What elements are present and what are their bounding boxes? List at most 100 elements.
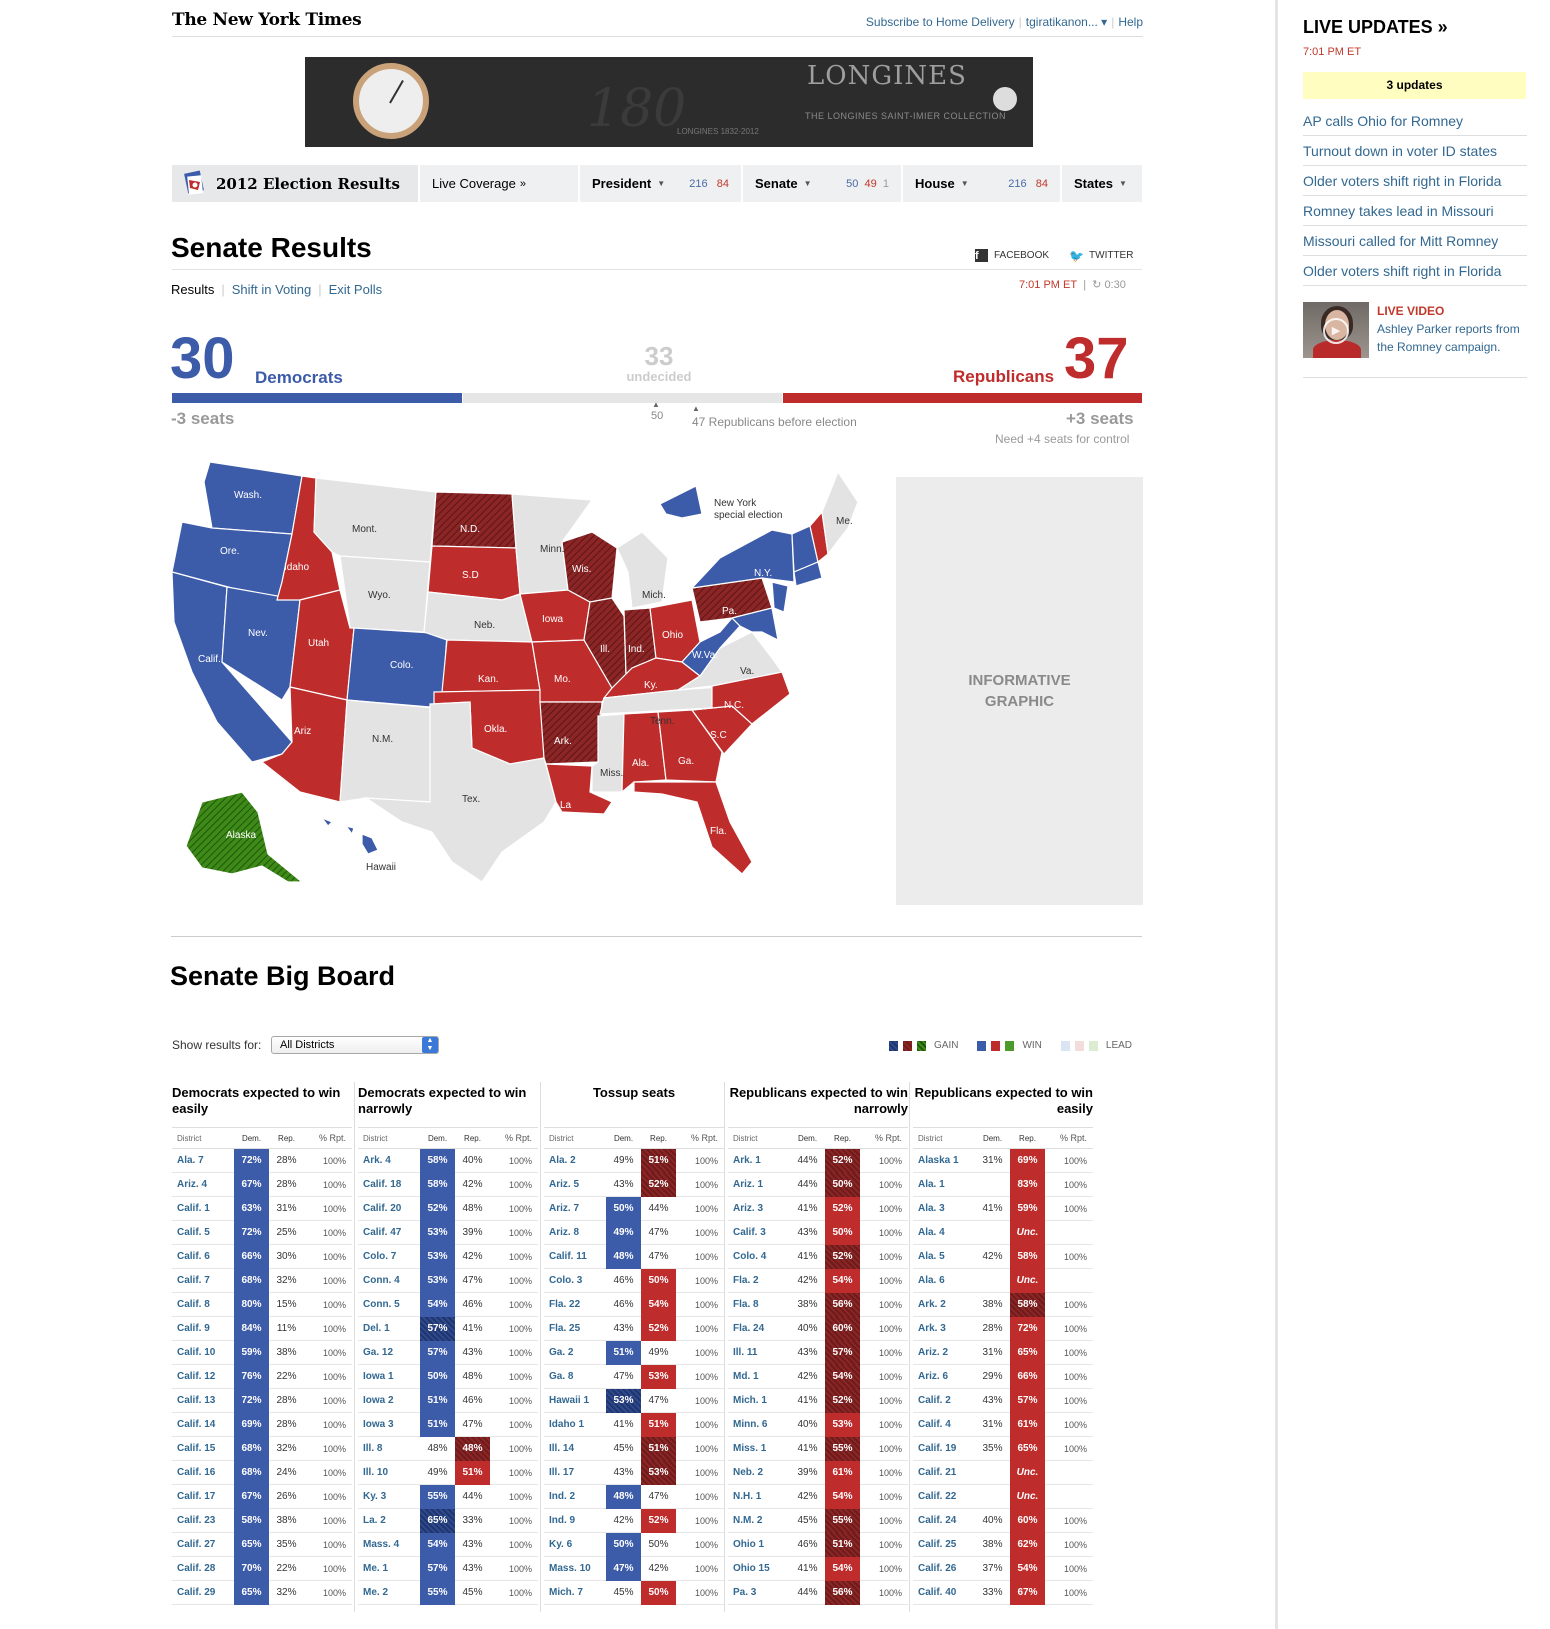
table-row[interactable]: Ariz. 8 49% 47% 100% <box>544 1220 724 1245</box>
table-row[interactable]: Mich. 1 41% 52% 100% <box>728 1388 908 1413</box>
ny-special-election[interactable] <box>659 485 703 519</box>
district-link[interactable]: Fla. 24 <box>728 1323 790 1334</box>
district-link[interactable]: Calif. 28 <box>172 1563 234 1574</box>
table-row[interactable]: Ill. 11 43% 57% 100% <box>728 1340 908 1365</box>
district-link[interactable]: Colo. 7 <box>358 1251 420 1262</box>
table-row[interactable]: Fla. 8 38% 56% 100% <box>728 1292 908 1317</box>
district-link[interactable]: Ga. 2 <box>544 1347 606 1358</box>
district-link[interactable]: Calif. 18 <box>358 1179 420 1190</box>
table-row[interactable]: Ark. 3 28% 72% 100% <box>913 1316 1093 1341</box>
table-row[interactable]: Calif. 4 31% 61% 100% <box>913 1412 1093 1437</box>
update-item[interactable]: Romney takes lead in Missouri <box>1303 196 1527 226</box>
district-link[interactable]: Calif. 29 <box>172 1587 234 1598</box>
district-link[interactable]: Calif. 10 <box>172 1347 234 1358</box>
district-link[interactable]: Calif. 15 <box>172 1443 234 1454</box>
table-row[interactable]: Calif. 9 84% 11% 100% <box>172 1316 352 1341</box>
table-row[interactable]: La. 2 65% 33% 100% <box>358 1508 538 1533</box>
district-link[interactable]: Calif. 9 <box>172 1323 234 1334</box>
district-link[interactable]: Ill. 10 <box>358 1467 420 1478</box>
district-link[interactable]: Fla. 25 <box>544 1323 606 1334</box>
district-link[interactable]: Ala. 1 <box>913 1179 975 1190</box>
table-row[interactable]: Calif. 16 68% 24% 100% <box>172 1460 352 1485</box>
table-row[interactable]: Ark. 4 58% 40% 100% <box>358 1148 538 1173</box>
table-row[interactable]: Colo. 3 46% 50% 100% <box>544 1268 724 1293</box>
table-row[interactable]: Calif. 18 58% 42% 100% <box>358 1172 538 1197</box>
table-row[interactable]: Alaska 1 31% 69% 100% <box>913 1148 1093 1173</box>
update-item[interactable]: Older voters shift right in Florida <box>1303 256 1527 286</box>
table-row[interactable]: Idaho 1 41% 51% 100% <box>544 1412 724 1437</box>
table-row[interactable]: Ariz. 4 67% 28% 100% <box>172 1172 352 1197</box>
table-row[interactable]: Me. 1 57% 43% 100% <box>358 1556 538 1581</box>
table-row[interactable]: Fla. 2 42% 54% 100% <box>728 1268 908 1293</box>
election-results-home[interactable]: 2012 Election Results <box>172 165 420 202</box>
district-link[interactable]: La. 2 <box>358 1515 420 1526</box>
table-row[interactable]: N.M. 2 45% 55% 100% <box>728 1508 908 1533</box>
table-row[interactable]: Calif. 20 52% 48% 100% <box>358 1196 538 1221</box>
district-link[interactable]: Ill. 14 <box>544 1443 606 1454</box>
state-ark[interactable] <box>539 701 603 765</box>
district-link[interactable]: Ky. 3 <box>358 1491 420 1502</box>
table-row[interactable]: Ohio 1 46% 51% 100% <box>728 1532 908 1557</box>
district-link[interactable]: Iowa 2 <box>358 1395 420 1406</box>
district-link[interactable]: Pa. 3 <box>728 1587 790 1598</box>
senate-menu[interactable]: Senate ▼ 50 49 1 <box>743 165 903 202</box>
district-link[interactable]: Me. 1 <box>358 1563 420 1574</box>
district-link[interactable]: Mich. 1 <box>728 1395 790 1406</box>
twitter-share[interactable]: 🐦 TWITTER <box>1069 249 1133 262</box>
table-row[interactable]: Mich. 7 45% 50% 100% <box>544 1580 724 1605</box>
district-link[interactable]: Md. 1 <box>728 1371 790 1382</box>
table-row[interactable]: Ariz. 2 31% 65% 100% <box>913 1340 1093 1365</box>
table-row[interactable]: Ala. 7 72% 28% 100% <box>172 1148 352 1173</box>
district-link[interactable]: Calif. 17 <box>172 1491 234 1502</box>
table-row[interactable]: Calif. 24 40% 60% 100% <box>913 1508 1093 1533</box>
table-row[interactable]: Ky. 6 50% 50% 100% <box>544 1532 724 1557</box>
table-row[interactable]: Iowa 3 51% 47% 100% <box>358 1412 538 1437</box>
district-link[interactable]: Ga. 8 <box>544 1371 606 1382</box>
district-link[interactable]: Ohio 15 <box>728 1563 790 1574</box>
district-link[interactable]: Calif. 25 <box>913 1539 975 1550</box>
table-row[interactable]: Pa. 3 44% 56% 100% <box>728 1580 908 1605</box>
district-link[interactable]: N.H. 1 <box>728 1491 790 1502</box>
table-row[interactable]: N.H. 1 42% 54% 100% <box>728 1484 908 1509</box>
table-row[interactable]: Me. 2 55% 45% 100% <box>358 1580 538 1605</box>
table-row[interactable]: Calif. 2 43% 57% 100% <box>913 1388 1093 1413</box>
district-link[interactable]: Calif. 16 <box>172 1467 234 1478</box>
district-link[interactable]: Mass. 4 <box>358 1539 420 1550</box>
table-row[interactable]: Ala. 6 Unc. <box>913 1268 1093 1293</box>
district-link[interactable]: Alaska 1 <box>913 1155 975 1166</box>
district-link[interactable]: Me. 2 <box>358 1587 420 1598</box>
table-row[interactable]: Calif. 19 35% 65% 100% <box>913 1436 1093 1461</box>
table-row[interactable]: Calif. 15 68% 32% 100% <box>172 1436 352 1461</box>
table-row[interactable]: Ala. 3 41% 59% 100% <box>913 1196 1093 1221</box>
tab-results[interactable]: Results <box>171 282 214 297</box>
updates-count-badge[interactable]: 3 updates <box>1303 72 1526 99</box>
district-link[interactable]: Ariz. 7 <box>544 1203 606 1214</box>
table-row[interactable]: Minn. 6 40% 53% 100% <box>728 1412 908 1437</box>
table-row[interactable]: Calif. 11 48% 47% 100% <box>544 1244 724 1269</box>
district-link[interactable]: Calif. 20 <box>358 1203 420 1214</box>
table-row[interactable]: Iowa 2 51% 46% 100% <box>358 1388 538 1413</box>
district-link[interactable]: Calif. 14 <box>172 1419 234 1430</box>
table-row[interactable]: Calif. 6 66% 30% 100% <box>172 1244 352 1269</box>
district-link[interactable]: Ill. 8 <box>358 1443 420 1454</box>
district-link[interactable]: Ill. 11 <box>728 1347 790 1358</box>
district-link[interactable]: Calif. 12 <box>172 1371 234 1382</box>
district-link[interactable]: Miss. 1 <box>728 1443 790 1454</box>
district-link[interactable]: Calif. 40 <box>913 1587 975 1598</box>
district-link[interactable]: Calif. 5 <box>172 1227 234 1238</box>
update-item[interactable]: Older voters shift right in Florida <box>1303 166 1527 196</box>
table-row[interactable]: Calif. 40 33% 67% 100% <box>913 1580 1093 1605</box>
district-link[interactable]: Ala. 6 <box>913 1275 975 1286</box>
district-link[interactable]: Ariz. 8 <box>544 1227 606 1238</box>
district-link[interactable]: Neb. 2 <box>728 1467 790 1478</box>
district-link[interactable]: Ky. 6 <box>544 1539 606 1550</box>
table-row[interactable]: Ky. 3 55% 44% 100% <box>358 1484 538 1509</box>
table-row[interactable]: Del. 1 57% 41% 100% <box>358 1316 538 1341</box>
table-row[interactable]: Calif. 3 43% 50% 100% <box>728 1220 908 1245</box>
table-row[interactable]: Fla. 25 43% 52% 100% <box>544 1316 724 1341</box>
district-link[interactable]: Ariz. 1 <box>728 1179 790 1190</box>
state-me[interactable] <box>821 470 859 556</box>
table-row[interactable]: Ariz. 6 29% 66% 100% <box>913 1364 1093 1389</box>
table-row[interactable]: Neb. 2 39% 61% 100% <box>728 1460 908 1485</box>
table-row[interactable]: Ariz. 1 44% 50% 100% <box>728 1172 908 1197</box>
